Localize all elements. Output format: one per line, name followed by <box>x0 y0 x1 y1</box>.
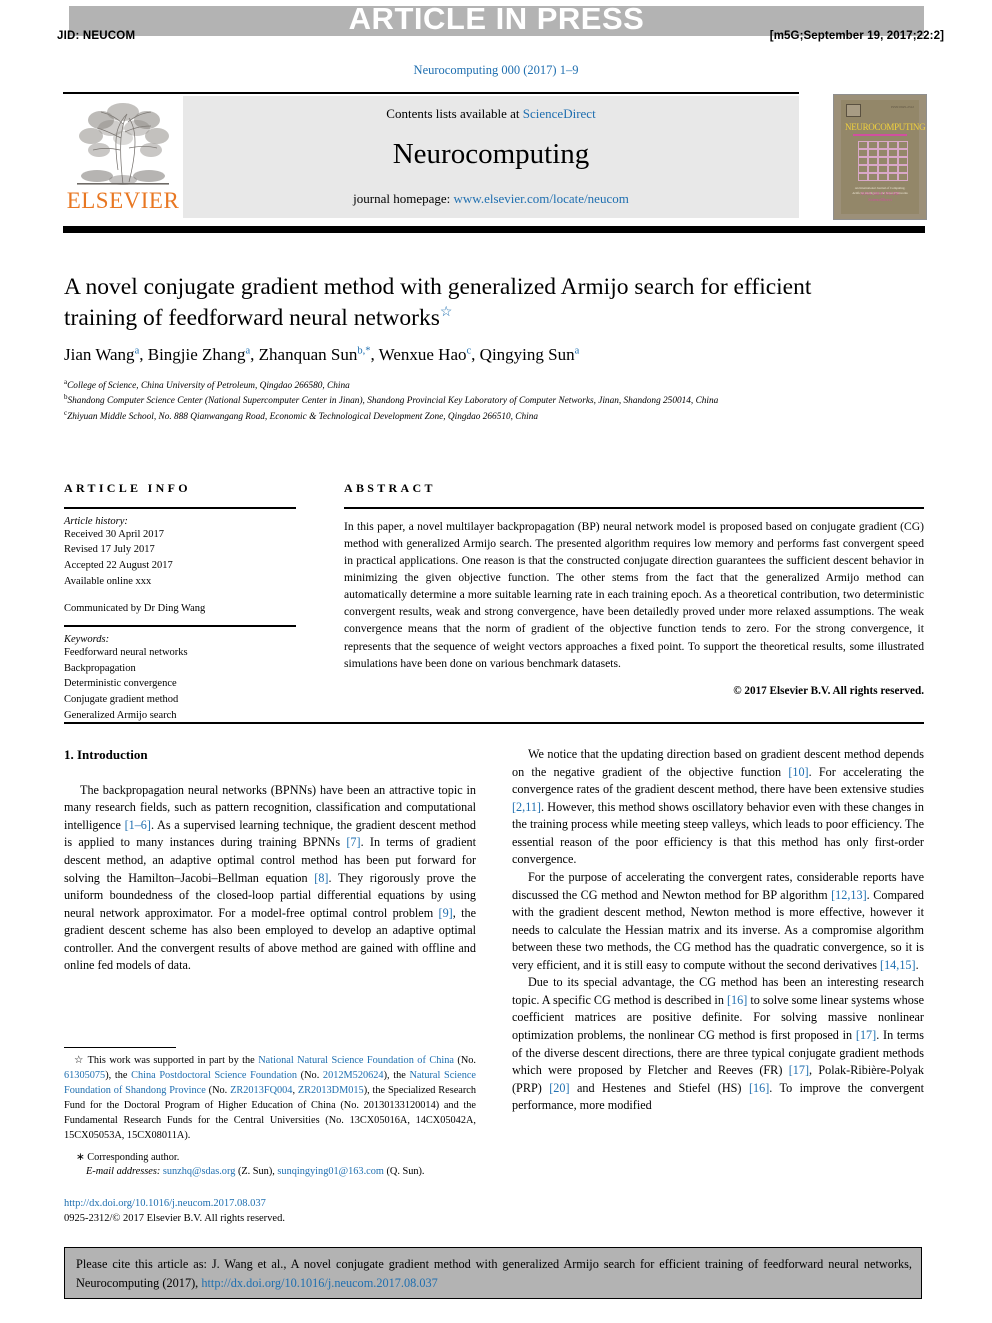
body-paragraph: For the purpose of accelerating the conv… <box>512 869 924 972</box>
cover-issn-code: ISSN 0925-2312 <box>891 105 914 109</box>
doi-block: http://dx.doi.org/10.1016/j.neucom.2017.… <box>64 1196 484 1226</box>
author-list: Jian Wanga, Bingjie Zhanga, Zhanquan Sun… <box>64 345 580 364</box>
cover-publisher-logo-icon <box>846 104 861 117</box>
affiliation-text-a: College of Science, China University of … <box>67 381 350 392</box>
masthead-top-rule <box>63 92 799 94</box>
keyword-item: Deterministic convergence <box>64 678 177 690</box>
article-info-rule <box>64 507 296 509</box>
cover-accent-rule <box>853 134 907 136</box>
cover-journal-title: NEUROCOMPUTING <box>845 122 926 132</box>
affiliation-text-b: Shandong Computer Science Center (Nation… <box>67 396 719 407</box>
keyword-item: Conjugate gradient method <box>64 694 179 705</box>
elsevier-wordmark: ELSEVIER <box>66 188 180 213</box>
elsevier-tree-icon <box>71 98 175 190</box>
abstract-rule <box>344 507 924 509</box>
footnote-block: ☆ This work was supported in part by the… <box>64 1054 476 1180</box>
funding-marker-icon: ☆ <box>74 1055 88 1066</box>
article-info-heading: ARTICLE INFO <box>64 481 191 495</box>
funding-text: This work was supported in part by the N… <box>64 1055 476 1141</box>
abstract-heading: ABSTRACT <box>344 481 436 495</box>
cover-grid-graphic <box>858 141 908 181</box>
masthead-panel: Contents lists available at ScienceDirec… <box>183 96 799 218</box>
contents-prefix: Contents lists available at <box>386 106 523 121</box>
article-history-label: Article history: <box>64 515 128 527</box>
abstract-copyright: © 2017 Elsevier B.V. All rights reserved… <box>733 684 924 697</box>
keyword-item: Feedforward neural networks <box>64 646 188 658</box>
affiliation-list: aCollege of Science, China University of… <box>64 378 924 424</box>
email-label: E-mail addresses: <box>86 1166 161 1178</box>
journal-masthead: ELSEVIER Contents lists available at Sci… <box>63 96 799 218</box>
affiliation-c: cZhiyuan Middle School, No. 888 Qianwang… <box>64 409 924 424</box>
sciencedirect-link[interactable]: ScienceDirect <box>523 106 596 121</box>
cite-doi-link[interactable]: http://dx.doi.org/10.1016/j.neucom.2017.… <box>201 1276 437 1290</box>
journal-reference-line: Neurocomputing 000 (2017) 1–9 <box>413 63 579 77</box>
keyword-item: Backpropagation <box>64 662 136 674</box>
keywords-label: Keywords: <box>64 633 110 645</box>
email-footnote: E-mail addresses: sunzhq@sdas.org (Z. Su… <box>64 1165 476 1180</box>
body-paragraph: Due to its special advantage, the CG met… <box>512 975 924 1113</box>
email-period: . <box>421 1166 425 1178</box>
please-cite-box: Please cite this article as: J. Wang et … <box>64 1247 922 1299</box>
journal-title: Neurocomputing <box>392 138 590 170</box>
footnote-rule <box>64 1047 176 1049</box>
history-online: Available online xxx <box>64 575 152 587</box>
paper-page: ARTICLE IN PRESS JID: NEUCOM [m5G;Septem… <box>0 0 992 1323</box>
email-link-2[interactable]: sunqingying01@163.com <box>277 1166 383 1177</box>
elsevier-logo: ELSEVIER <box>63 96 183 218</box>
affiliation-b: bShandong Computer Science Center (Natio… <box>64 393 924 408</box>
abstract-body: In this paper, a novel multilayer backpr… <box>344 519 924 670</box>
body-paragraph: We notice that the updating direction ba… <box>512 747 924 867</box>
journal-homepage-link[interactable]: www.elsevier.com/locate/neucom <box>454 191 629 206</box>
please-cite-text: Please cite this article as: J. Wang et … <box>76 1255 912 1292</box>
abstract-bottom-rule <box>64 722 924 724</box>
history-revised: Revised 17 July 2017 <box>64 544 155 556</box>
journal-id-label: JID: NEUCOM <box>57 30 136 42</box>
title-footnote-marker-icon: ☆ <box>439 305 453 321</box>
corresponding-marker-icon: ∗ <box>76 1151 88 1163</box>
body-column-right: We notice that the updating direction ba… <box>512 746 924 1115</box>
masthead-bottom-bar <box>63 226 925 233</box>
email-owner-2: (Q. Sun) <box>386 1166 422 1178</box>
cover-imprint-text: AVAILABLE ONLINE ScienceDirect <box>860 190 900 203</box>
contents-available-line: Contents lists available at ScienceDirec… <box>183 106 799 122</box>
homepage-prefix: journal homepage: <box>353 191 454 206</box>
abstract-column: ABSTRACT In this paper, a novel multilay… <box>344 481 924 697</box>
section-heading-introduction: 1. Introduction <box>64 747 148 762</box>
build-stamp-label: [m5G;September 19, 2017;22:2] <box>769 30 944 42</box>
article-info-column: ARTICLE INFO Article history: Received 3… <box>64 481 296 724</box>
journal-cover-thumbnail: ISSN 0925-2312 NEUROCOMPUTING An Interna… <box>833 94 927 220</box>
history-accepted: Accepted 22 August 2017 <box>64 560 173 571</box>
issn-copyright-line: 0925-2312/© 2017 Elsevier B.V. All right… <box>64 1213 285 1225</box>
paper-title-text: A novel conjugate gradient method with g… <box>64 274 812 332</box>
paper-title: A novel conjugate gradient method with g… <box>64 272 864 334</box>
affiliation-text-c: Zhiyuan Middle School, No. 888 Qianwanga… <box>67 411 539 422</box>
email-separator: , <box>272 1166 275 1178</box>
doi-link[interactable]: http://dx.doi.org/10.1016/j.neucom.2017.… <box>64 1196 484 1211</box>
email-owner-1: (Z. Sun) <box>237 1166 273 1178</box>
email-link-1[interactable]: sunzhq@sdas.org <box>163 1166 236 1177</box>
funding-footnote: ☆ This work was supported in part by the… <box>64 1054 476 1144</box>
affiliation-a: aCollege of Science, China University of… <box>64 378 924 393</box>
corresponding-text: Corresponding author. <box>87 1151 180 1163</box>
body-column-left: 1. Introduction The backpropagation neur… <box>64 746 476 975</box>
communicated-by: Communicated by Dr Ding Wang <box>64 602 206 614</box>
journal-homepage-line: journal homepage: www.elsevier.com/locat… <box>183 191 799 207</box>
history-received: Received 30 April 2017 <box>64 528 165 540</box>
keywords-rule <box>64 625 296 627</box>
cover-inner-panel: ISSN 0925-2312 NEUROCOMPUTING An Interna… <box>841 100 926 214</box>
corresponding-author-footnote: ∗ Corresponding author. <box>64 1151 476 1166</box>
body-paragraph: The backpropagation neural networks (BPN… <box>64 782 477 973</box>
